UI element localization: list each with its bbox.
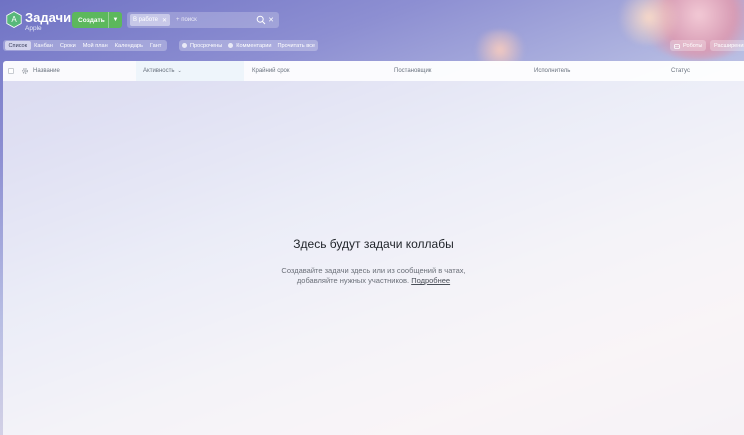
search-input[interactable]	[176, 17, 257, 23]
tab-kanban[interactable]: Канбан	[31, 41, 57, 50]
robot-icon	[674, 43, 680, 49]
column-name[interactable]: Название	[33, 61, 133, 81]
logo-letter: A	[11, 15, 17, 24]
counter-dot-icon	[228, 43, 234, 48]
empty-state-line-2: добавляйте нужных участников. Подробнее	[3, 276, 744, 286]
empty-state-line-1: Создавайте задачи здесь или из сообщений…	[281, 266, 466, 275]
search-icon[interactable]	[256, 15, 266, 25]
column-activity[interactable]: Активность ⌄	[136, 61, 244, 81]
column-status[interactable]: Статус	[671, 61, 731, 81]
extensions-button[interactable]: Расширения	[710, 40, 744, 51]
gear-icon[interactable]	[21, 67, 29, 75]
counter-dot-icon	[182, 43, 187, 48]
column-assignee[interactable]: Исполнитель	[534, 61, 634, 81]
page-title: Задачи	[25, 10, 72, 25]
select-all-checkbox[interactable]	[8, 68, 14, 74]
column-activity-label: Активность	[143, 68, 175, 74]
robots-button[interactable]: Роботы	[670, 40, 707, 51]
empty-state-line-2-text: добавляйте нужных участников.	[296, 276, 410, 285]
counter-overdue-label: Просрочены	[190, 42, 223, 49]
read-all-button[interactable]: Прочитать все	[278, 43, 316, 49]
filter-chip[interactable]: В работе ✕	[130, 14, 171, 26]
robots-button-label: Роботы	[683, 42, 703, 49]
counters-panel: Просрочены Комментарии Прочитать все	[179, 40, 319, 51]
empty-state-title: Здесь будут задачи коллабы	[293, 237, 454, 251]
learn-more-link[interactable]: Подробнее	[411, 276, 450, 285]
empty-state-text: Создавайте задачи здесь или из сообщений…	[3, 266, 744, 286]
view-switcher: Список Канбан Сроки Мой план Календарь Г…	[3, 40, 167, 51]
tab-list[interactable]: Список	[5, 41, 31, 50]
column-creator[interactable]: Постановщик	[394, 61, 494, 81]
chevron-down-icon[interactable]: ▼	[108, 12, 122, 28]
tab-gantt[interactable]: Гант	[146, 41, 164, 50]
table-header: Название Активность ⌄ Крайний срок Поста…	[3, 61, 744, 81]
page-subtitle: Apple	[25, 25, 42, 32]
tab-calendar[interactable]: Календарь	[111, 41, 146, 50]
tab-deadlines[interactable]: Сроки	[56, 41, 79, 50]
filter-chip-label: В работе	[133, 17, 159, 23]
counter-comments[interactable]: Комментарии	[228, 42, 272, 49]
tab-my-plan[interactable]: Мой план	[79, 41, 111, 50]
task-list-content: Здесь будут задачи коллабы Создавайте за…	[3, 81, 744, 435]
column-deadline[interactable]: Крайний срок	[252, 61, 352, 81]
create-button-label: Создать	[78, 16, 105, 24]
create-button[interactable]: Создать ▼	[72, 12, 122, 28]
counter-overdue[interactable]: Просрочены	[182, 43, 222, 49]
search-bar[interactable]: В работе ✕ ✕	[127, 12, 279, 28]
clear-icon[interactable]: ✕	[268, 16, 274, 24]
chevron-down-icon: ⌄	[177, 68, 182, 74]
close-icon[interactable]: ✕	[162, 17, 167, 24]
counter-comments-label: Комментарии	[236, 42, 272, 49]
